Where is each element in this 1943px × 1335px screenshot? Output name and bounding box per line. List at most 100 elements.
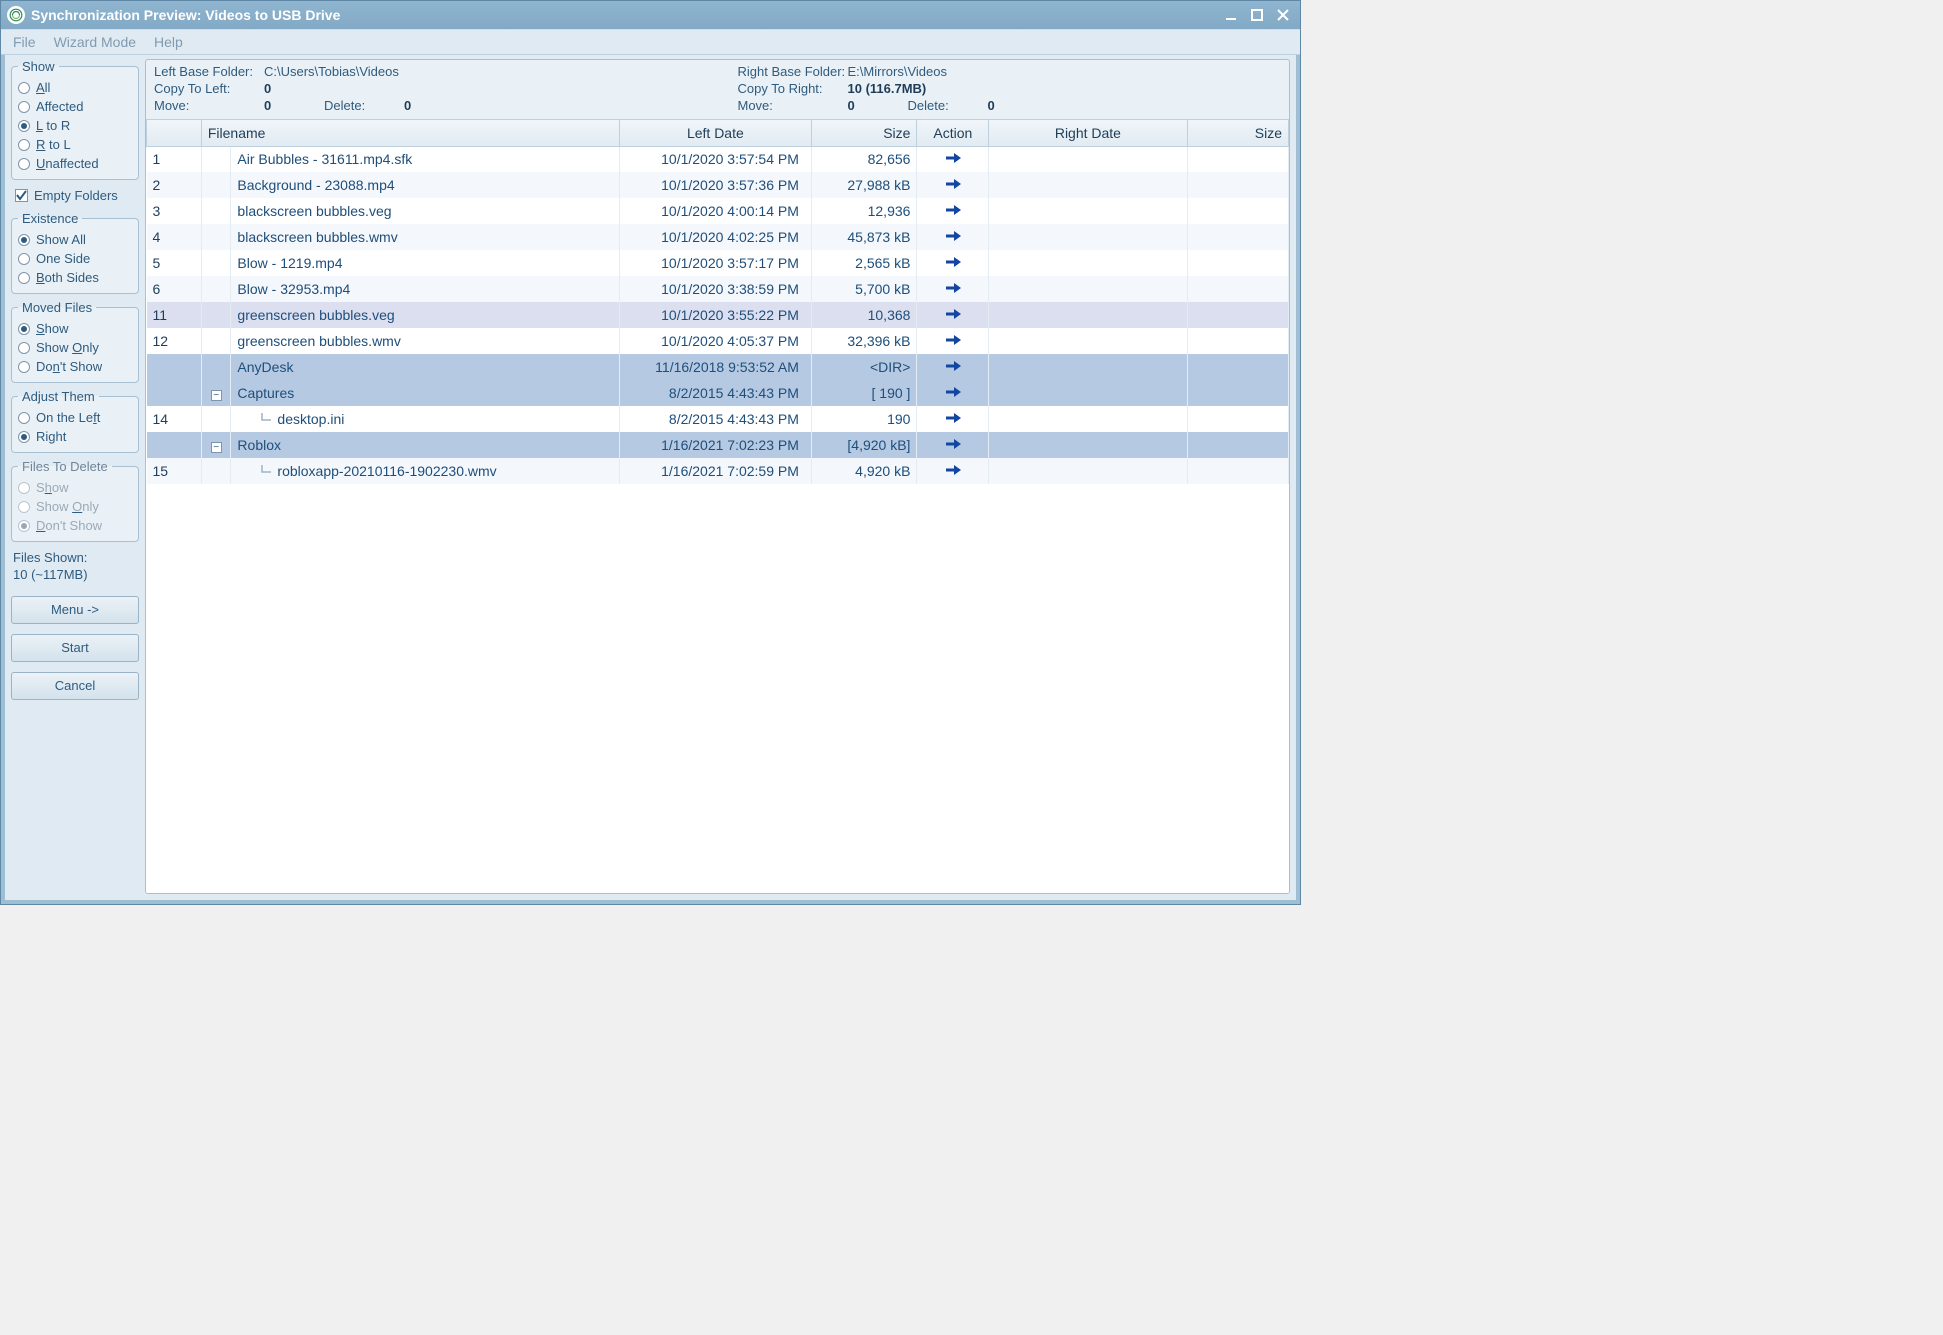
table-row[interactable]: −Captures8/2/2015 4:43:43 PM[ 190 ] (147, 380, 1289, 406)
moved-option-0[interactable]: Show (18, 319, 132, 338)
table-row[interactable]: 5Blow - 1219.mp410/1/2020 3:57:17 PM2,56… (147, 250, 1289, 276)
col-header-filename[interactable]: Filename (201, 120, 619, 146)
table-row[interactable]: 12greenscreen bubbles.wmv10/1/2020 4:05:… (147, 328, 1289, 354)
col-header-left-date[interactable]: Left Date (619, 120, 811, 146)
file-table-scroll[interactable]: Filename Left Date Size Action Right Dat… (146, 119, 1289, 893)
row-action[interactable] (917, 432, 989, 458)
table-row[interactable]: 11greenscreen bubbles.veg10/1/2020 3:55:… (147, 302, 1289, 328)
row-left-size: 32,396 kB (811, 328, 917, 354)
app-icon (7, 6, 25, 24)
row-number (147, 432, 202, 458)
row-action[interactable] (917, 224, 989, 250)
row-left-size: 45,873 kB (811, 224, 917, 250)
col-header-right-date[interactable]: Right Date (989, 120, 1187, 146)
files-delete-option-2: Don't Show (18, 516, 132, 535)
show-option-4[interactable]: Unaffected (18, 154, 132, 173)
row-expander[interactable]: − (201, 432, 231, 458)
radio-icon (18, 158, 30, 170)
row-expander (201, 458, 231, 484)
right-base-label: Right Base Folder: (738, 64, 848, 79)
col-header-num[interactable] (147, 120, 202, 146)
table-row[interactable]: 15robloxapp-20210116-1902230.wmv1/16/202… (147, 458, 1289, 484)
adjust-option-label: Right (36, 429, 66, 444)
row-filename: blackscreen bubbles.wmv (231, 224, 619, 250)
maximize-button[interactable] (1246, 6, 1268, 24)
close-button[interactable] (1272, 6, 1294, 24)
moved-option-label: Show (36, 321, 69, 336)
files-shown-line2: 10 (~117MB) (13, 567, 137, 584)
table-row[interactable]: 1Air Bubbles - 31611.mp4.sfk10/1/2020 3:… (147, 146, 1289, 172)
table-row[interactable]: 4blackscreen bubbles.wmv10/1/2020 4:02:2… (147, 224, 1289, 250)
tree-branch-icon (261, 411, 277, 427)
show-option-1[interactable]: Affected (18, 97, 132, 116)
group-files-to-delete: Files To Delete ShowShow OnlyDon't Show (11, 459, 139, 542)
row-left-date: 10/1/2020 3:55:22 PM (619, 302, 811, 328)
row-action[interactable] (917, 302, 989, 328)
col-header-right-size[interactable]: Size (1187, 120, 1288, 146)
row-left-date: 10/1/2020 4:02:25 PM (619, 224, 811, 250)
existence-option-1[interactable]: One Side (18, 249, 132, 268)
row-right-date (989, 172, 1187, 198)
existence-option-2[interactable]: Both Sides (18, 268, 132, 287)
minimize-button[interactable] (1220, 6, 1242, 24)
group-files-delete-legend: Files To Delete (18, 459, 112, 474)
table-row[interactable]: AnyDesk11/16/2018 9:53:52 AM<DIR> (147, 354, 1289, 380)
col-header-action[interactable]: Action (917, 120, 989, 146)
right-move-value: 0 (848, 98, 908, 113)
row-action[interactable] (917, 198, 989, 224)
checkbox-empty-folders[interactable]: Empty Folders (11, 186, 139, 205)
left-move-label: Move: (154, 98, 264, 113)
row-action[interactable] (917, 276, 989, 302)
row-right-date (989, 146, 1187, 172)
moved-option-2[interactable]: Don't Show (18, 357, 132, 376)
row-left-date: 10/1/2020 3:57:36 PM (619, 172, 811, 198)
row-right-date (989, 458, 1187, 484)
row-action[interactable] (917, 146, 989, 172)
files-delete-option-1: Show Only (18, 497, 132, 516)
table-row[interactable]: −Roblox1/16/2021 7:02:23 PM[4,920 kB] (147, 432, 1289, 458)
row-number: 11 (147, 302, 202, 328)
table-row[interactable]: 3blackscreen bubbles.veg10/1/2020 4:00:1… (147, 198, 1289, 224)
moved-option-label: Show Only (36, 340, 99, 355)
row-right-size (1187, 302, 1288, 328)
menu-help[interactable]: Help (146, 32, 191, 52)
left-base-label: Left Base Folder: (154, 64, 264, 79)
start-button[interactable]: Start (11, 634, 139, 662)
radio-icon (18, 82, 30, 94)
col-header-left-size[interactable]: Size (811, 120, 917, 146)
show-option-0[interactable]: All (18, 78, 132, 97)
row-filename: Air Bubbles - 31611.mp4.sfk (231, 146, 619, 172)
adjust-option-1[interactable]: Right (18, 427, 132, 446)
menu-button[interactable]: Menu -> (11, 596, 139, 624)
table-row[interactable]: 14desktop.ini8/2/2015 4:43:43 PM190 (147, 406, 1289, 432)
left-delete-value: 0 (404, 98, 444, 113)
row-action[interactable] (917, 406, 989, 432)
radio-icon (18, 342, 30, 354)
show-option-3[interactable]: R to L (18, 135, 132, 154)
row-action[interactable] (917, 458, 989, 484)
row-left-size: [4,920 kB] (811, 432, 917, 458)
row-left-size: 12,936 (811, 198, 917, 224)
row-right-size (1187, 276, 1288, 302)
arrow-right-icon (944, 308, 962, 324)
show-option-2[interactable]: L to R (18, 116, 132, 135)
row-number: 3 (147, 198, 202, 224)
copy-to-right-label: Copy To Right: (738, 81, 848, 96)
row-expander[interactable]: − (201, 380, 231, 406)
row-action[interactable] (917, 328, 989, 354)
table-row[interactable]: 2Background - 23088.mp410/1/2020 3:57:36… (147, 172, 1289, 198)
moved-option-1[interactable]: Show Only (18, 338, 132, 357)
titlebar[interactable]: Synchronization Preview: Videos to USB D… (1, 1, 1300, 29)
row-action[interactable] (917, 250, 989, 276)
table-row[interactable]: 6Blow - 32953.mp410/1/2020 3:38:59 PM5,7… (147, 276, 1289, 302)
group-moved-legend: Moved Files (18, 300, 96, 315)
adjust-option-0[interactable]: On the Left (18, 408, 132, 427)
menu-wizard-mode[interactable]: Wizard Mode (46, 32, 144, 52)
menu-file[interactable]: File (5, 32, 44, 52)
row-action[interactable] (917, 380, 989, 406)
existence-option-0[interactable]: Show All (18, 230, 132, 249)
row-action[interactable] (917, 172, 989, 198)
radio-icon (18, 501, 30, 513)
row-action[interactable] (917, 354, 989, 380)
cancel-button[interactable]: Cancel (11, 672, 139, 700)
